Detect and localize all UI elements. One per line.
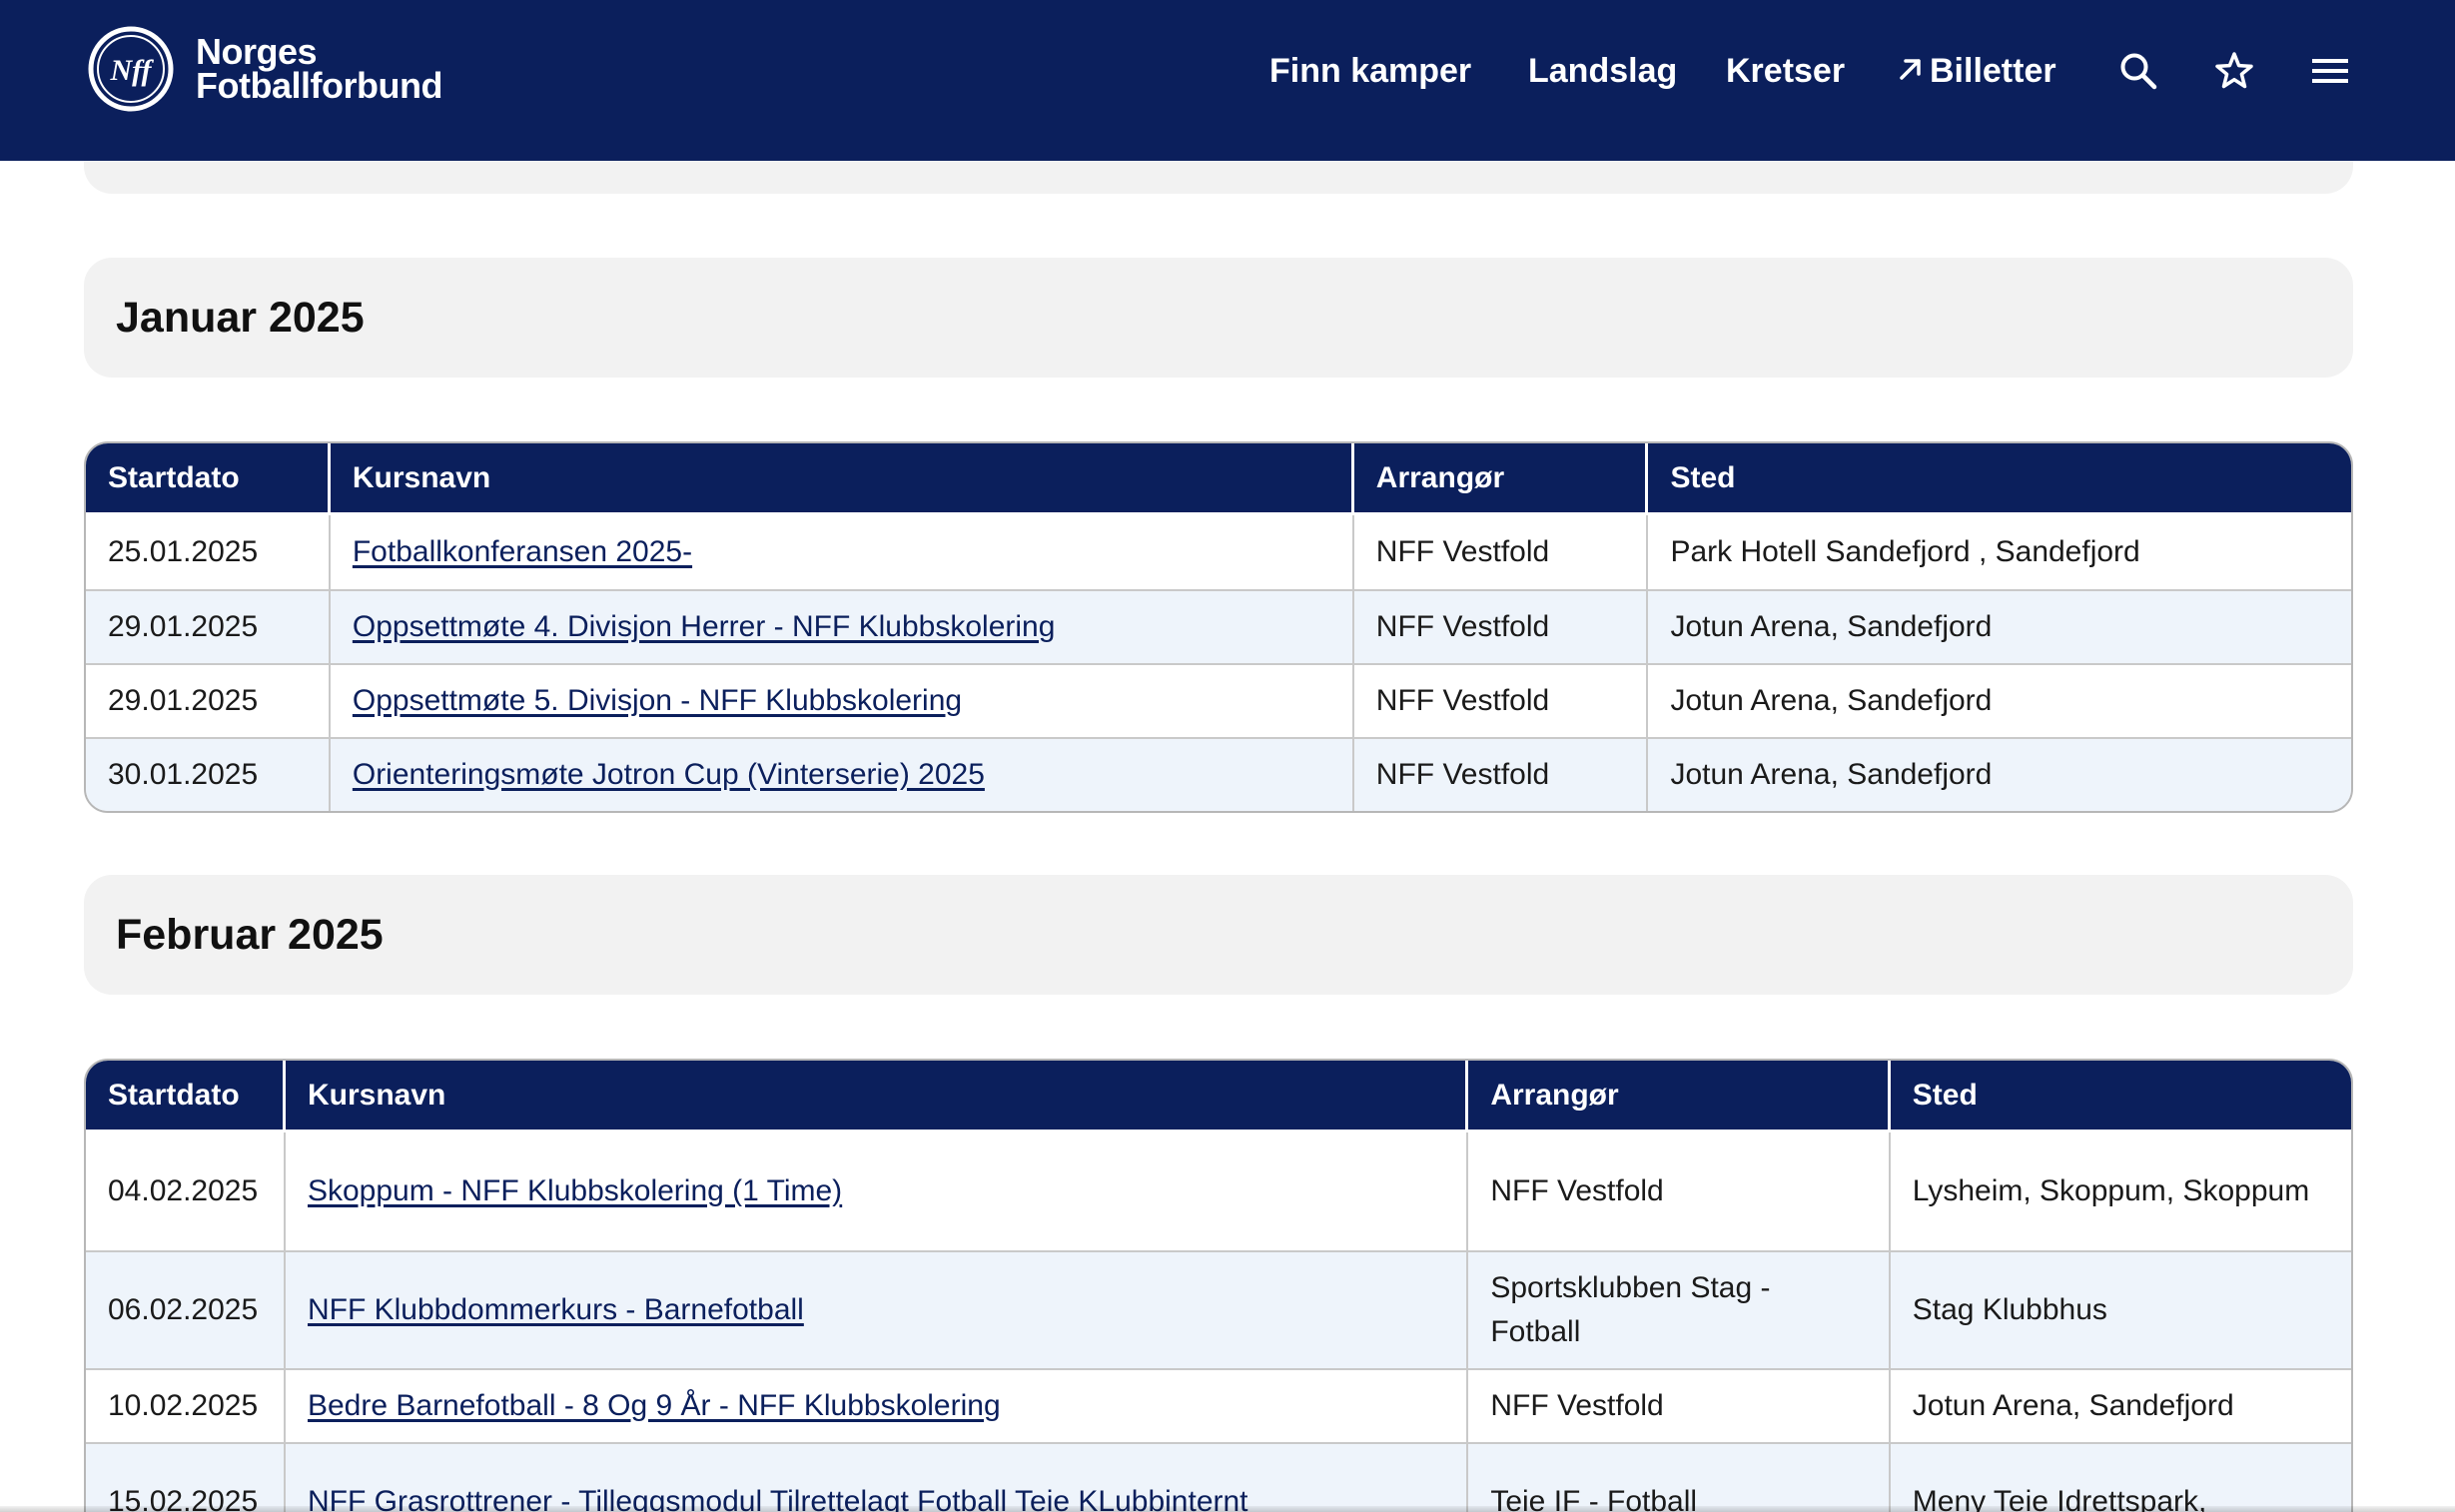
cell-date: 10.02.2025 [86,1368,286,1442]
month-header-januar: Januar 2025 [84,258,2353,378]
cell-course-name: NFF Grasrottrener - Tilleggsmodul Tilret… [285,1442,1469,1512]
month-title: Januar 2025 [116,294,365,342]
cell-course-name: Orienteringsmøte Jotron Cup (Vinterserie… [330,737,1354,811]
search-icon [2120,53,2157,90]
cell-organizer: NFF Vestfold [1468,1368,1891,1442]
cell-date: 29.01.2025 [86,589,331,663]
main-nav: Finn kamper Landslag Kretser Billetter [0,44,2455,98]
cell-date: 04.02.2025 [86,1133,286,1250]
column-header-kursnavn: Kursnavn [285,1061,1469,1133]
column-header-startdato: Startdato [86,443,331,515]
cell-organizer: NFF Vestfold [1353,737,1649,811]
nav-finn-kamper[interactable]: Finn kamper [1269,44,1471,98]
cell-course-name: NFF Klubbdommerkurs - Barnefotball [285,1250,1469,1368]
table-row: 30.01.2025 Orienteringsmøte Jotron Cup (… [86,737,2351,811]
cell-organizer: NFF Vestfold [1353,589,1649,663]
course-link[interactable]: Fotballkonferansen 2025- [353,535,692,568]
site-header: Nff Norges Fotballforbund Finn kamper La… [0,0,2455,161]
cell-venue: Meny Teie Idrettspark, [1890,1442,2351,1512]
table-row: 29.01.2025 Oppsettmøte 4. Divisjon Herre… [86,589,2351,663]
cell-organizer: NFF Vestfold [1353,515,1649,589]
table-header-row: Startdato Kursnavn Arrangør Sted [86,1061,2351,1133]
cell-date: 29.01.2025 [86,663,331,737]
cell-venue: Park Hotell Sandefjord , Sandefjord [1648,515,2351,589]
course-link[interactable]: Bedre Barnefotball - 8 Og 9 År - NFF Klu… [308,1389,1001,1422]
cell-venue: Stag Klubbhus [1890,1250,2351,1368]
course-link[interactable]: Oppsettmøte 4. Divisjon Herrer - NFF Klu… [353,610,1056,643]
table-row: 04.02.2025 Skoppum - NFF Klubbskolering … [86,1133,2351,1250]
column-header-kursnavn: Kursnavn [330,443,1354,515]
cell-course-name: Oppsettmøte 4. Divisjon Herrer - NFF Klu… [330,589,1354,663]
cell-venue: Jotun Arena, Sandefjord [1648,737,2351,811]
cell-organizer: NFF Vestfold [1353,663,1649,737]
nav-billetter[interactable]: Billetter [1896,44,2056,98]
nav-kretser[interactable]: Kretser [1726,44,1845,98]
menu-icon [2312,59,2348,83]
table-header-row: Startdato Kursnavn Arrangør Sted [86,443,2351,515]
table-row: 10.02.2025 Bedre Barnefotball - 8 Og 9 Å… [86,1368,2351,1442]
cell-venue: Jotun Arena, Sandefjord [1890,1368,2351,1442]
cell-organizer: NFF Vestfold [1468,1133,1891,1250]
search-button[interactable] [2111,44,2165,98]
cell-course-name: Bedre Barnefotball - 8 Og 9 År - NFF Klu… [285,1368,1469,1442]
column-header-arrangor: Arrangør [1468,1061,1891,1133]
viewport-bottom-edge [0,1506,2455,1512]
nav-landslag[interactable]: Landslag [1528,44,1677,98]
cell-organizer: Teie IF - Fotball [1468,1442,1891,1512]
star-icon [2215,52,2253,89]
favorites-button[interactable] [2207,44,2261,98]
table-row: 25.01.2025 Fotballkonferansen 2025- NFF … [86,515,2351,589]
course-link[interactable]: NFF Klubbdommerkurs - Barnefotball [308,1293,804,1326]
course-link[interactable]: Orienteringsmøte Jotron Cup (Vinterserie… [353,758,985,791]
menu-button[interactable] [2303,44,2357,98]
table-row: 29.01.2025 Oppsettmøte 5. Divisjon - NFF… [86,663,2351,737]
cell-venue: Jotun Arena, Sandefjord [1648,663,2351,737]
cell-date: 15.02.2025 [86,1442,286,1512]
course-table-februar: Startdato Kursnavn Arrangør Sted 04.02.2… [84,1059,2353,1512]
course-link[interactable]: Oppsettmøte 5. Divisjon - NFF Klubbskole… [353,684,962,717]
month-title: Februar 2025 [116,911,384,959]
column-header-startdato: Startdato [86,1061,286,1133]
column-header-arrangor: Arrangør [1353,443,1649,515]
cell-organizer: Sportsklubben Stag - Fotball [1468,1250,1891,1368]
cell-course-name: Oppsettmøte 5. Divisjon - NFF Klubbskole… [330,663,1354,737]
course-table-januar: Startdato Kursnavn Arrangør Sted 25.01.2… [84,441,2353,813]
table-row: 15.02.2025 NFF Grasrottrener - Tilleggsm… [86,1442,2351,1512]
course-link[interactable]: Skoppum - NFF Klubbskolering (1 Time) [308,1174,842,1207]
nav-billetter-label: Billetter [1930,52,2056,90]
month-header-februar: Februar 2025 [84,875,2353,995]
cell-venue: Lysheim, Skoppum, Skoppum [1890,1133,2351,1250]
cell-date: 06.02.2025 [86,1250,286,1368]
column-header-sted: Sted [1648,443,2351,515]
cell-date: 25.01.2025 [86,515,331,589]
table-row: 06.02.2025 NFF Klubbdommerkurs - Barnefo… [86,1250,2351,1368]
cell-course-name: Fotballkonferansen 2025- [330,515,1354,589]
external-arrow-icon [1900,59,1921,80]
cell-date: 30.01.2025 [86,737,331,811]
column-header-sted: Sted [1890,1061,2351,1133]
cell-course-name: Skoppum - NFF Klubbskolering (1 Time) [285,1133,1469,1250]
cell-venue: Jotun Arena, Sandefjord [1648,589,2351,663]
